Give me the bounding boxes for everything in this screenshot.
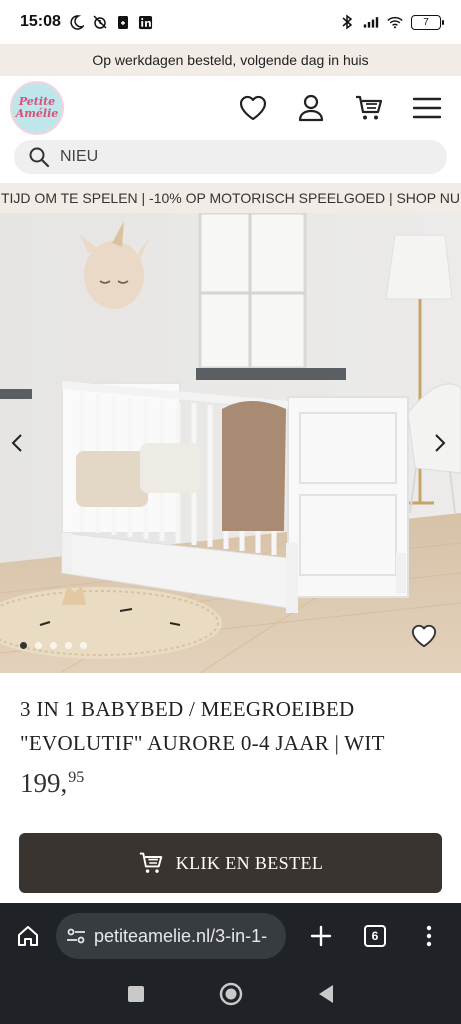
gallery-prev-arrow-icon[interactable]: [6, 430, 28, 456]
heart-icon[interactable]: [237, 92, 269, 124]
sim-icon: [115, 14, 131, 30]
tab-count: 6: [364, 925, 386, 947]
site-logo[interactable]: Petite Amélie: [10, 81, 64, 135]
cart-icon[interactable]: [353, 92, 385, 124]
gallery-dot[interactable]: [35, 642, 42, 649]
battery-indicator: 7: [411, 14, 444, 30]
recents-square-icon[interactable]: [127, 985, 145, 1008]
promo-bar: Op werkdagen besteld, volgende dag in hu…: [0, 44, 461, 76]
moon-icon: [69, 14, 85, 30]
price-cents: 95: [68, 769, 85, 786]
header-icons: [237, 92, 451, 124]
home-icon[interactable]: [12, 920, 44, 952]
new-tab-plus-icon[interactable]: [305, 920, 337, 952]
status-bar: 15:08 7: [0, 0, 461, 44]
more-options-icon[interactable]: [413, 920, 445, 952]
gallery-dot[interactable]: [65, 642, 72, 649]
order-button-label: KLIK EN BESTEL: [175, 852, 324, 873]
search-icon: [28, 146, 50, 168]
gallery-dots: [20, 642, 87, 649]
gallery-dot[interactable]: [80, 642, 87, 649]
gallery-dot[interactable]: [50, 642, 57, 649]
site-header: Petite Amélie: [0, 76, 461, 140]
alarm-off-icon: [92, 14, 108, 30]
wishlist-heart-icon[interactable]: [408, 622, 440, 650]
browser-actions: 6: [305, 920, 449, 952]
signal-icon: [363, 14, 379, 30]
product-image-gallery[interactable]: [0, 213, 461, 673]
page: 15:08 7 Op werkdagen besteld, volgende d…: [0, 0, 461, 1024]
gallery-next-arrow-icon[interactable]: [429, 430, 451, 456]
announcement-marquee[interactable]: TIJD OM TE SPELEN | -10% OP MOTORISCH SP…: [0, 183, 461, 213]
bluetooth-icon: [339, 14, 355, 30]
product-price: 199,95: [20, 768, 84, 799]
back-triangle-icon[interactable]: [317, 984, 335, 1009]
search-bar[interactable]: [14, 140, 447, 174]
address-bar[interactable]: petiteamelie.nl/3-in-1-: [56, 913, 286, 959]
status-left-icons: [69, 14, 154, 30]
price-main: 199,: [20, 768, 68, 798]
logo-text-line2: Amélie: [15, 107, 59, 120]
browser-toolbar: petiteamelie.nl/3-in-1- 6: [0, 903, 461, 969]
menu-icon[interactable]: [411, 92, 443, 124]
home-circle-icon[interactable]: [219, 982, 243, 1011]
site-settings-icon[interactable]: [66, 927, 86, 945]
url-text: petiteamelie.nl/3-in-1-: [94, 925, 268, 946]
status-right-icons: 7: [339, 14, 444, 30]
tab-switcher[interactable]: 6: [359, 920, 391, 952]
order-button[interactable]: KLIK EN BESTEL: [19, 833, 442, 893]
cart-icon: [138, 851, 164, 875]
status-time: 15:08: [20, 13, 61, 30]
wifi-icon: [387, 14, 403, 30]
user-icon[interactable]: [295, 92, 327, 124]
gallery-dot[interactable]: [20, 642, 27, 649]
system-nav-bar: [0, 969, 461, 1024]
search-input[interactable]: [60, 148, 420, 166]
product-image: [0, 213, 461, 673]
linkedin-icon: [138, 14, 154, 30]
product-title: 3 IN 1 BABYBED / MEEGROEIBED "EVOLUTIF" …: [20, 697, 385, 755]
